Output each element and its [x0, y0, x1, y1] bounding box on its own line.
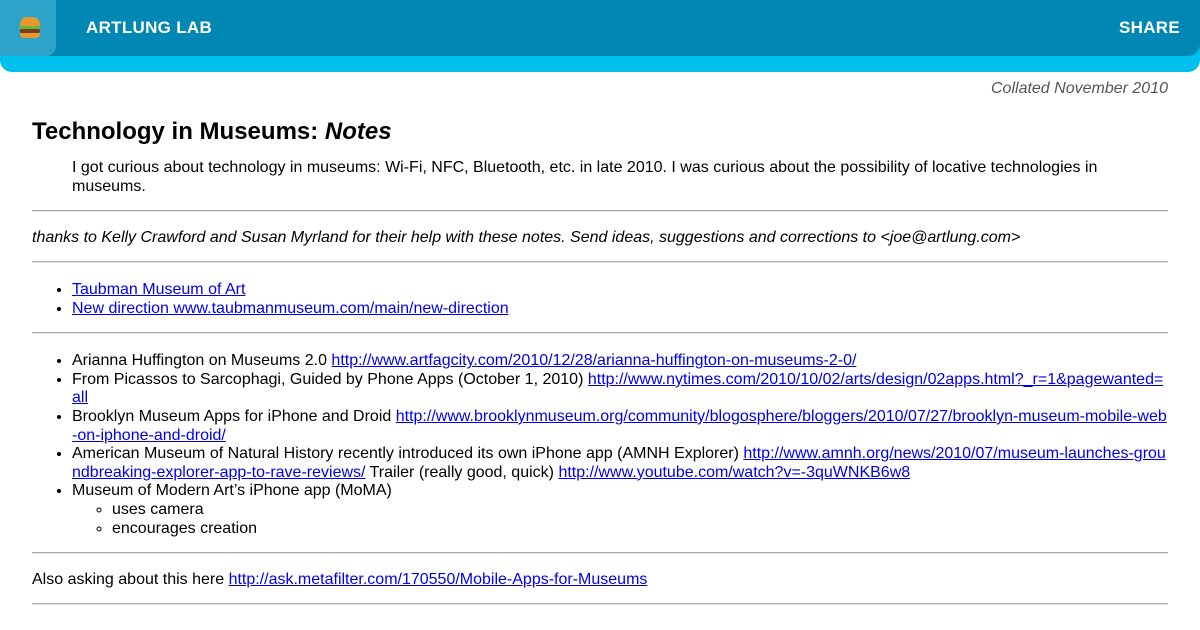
header-bar: ARTLUNG LAB SHARE — [0, 0, 1200, 72]
trailer-link[interactable]: http://www.youtube.com/watch?v=-3quWNKB6… — [558, 464, 910, 481]
metafilter-link[interactable]: http://ask.metafilter.com/170550/Mobile-… — [229, 571, 648, 588]
asking-note: Also asking about this here http://ask.m… — [32, 571, 648, 589]
divider — [32, 261, 1168, 263]
site-brand[interactable]: ARTLUNG LAB — [86, 18, 212, 38]
page-title-emphasis: Notes — [324, 118, 392, 145]
list-item: From Picassos to Sarcophagi, Guided by P… — [72, 371, 1168, 408]
list-item: Taubman Museum of Art — [72, 281, 1168, 300]
sub-list-item: encourages creation — [112, 520, 1168, 539]
list-item: New direction www.taubmanmuseum.com/main… — [72, 300, 1168, 319]
page-title: Technology in Museums: Notes — [32, 118, 392, 145]
hamburger-emoji-icon — [19, 16, 41, 38]
new-direction-link[interactable]: New direction www.taubmanmuseum.com/main… — [72, 300, 509, 317]
taubman-link[interactable]: Taubman Museum of Art — [72, 281, 245, 298]
collated-date: Collated November 2010 — [991, 80, 1168, 97]
list-item: Arianna Huffington on Museums 2.0 http:/… — [72, 352, 1168, 371]
divider — [32, 332, 1168, 335]
list-item: Museum of Modern Art’s iPhone app (MoMA)… — [72, 482, 1168, 538]
divider — [32, 603, 1168, 606]
article-link[interactable]: http://www.artfagcity.com/2010/12/28/ari… — [331, 352, 856, 369]
list-item: Brooklyn Museum Apps for iPhone and Droi… — [72, 408, 1168, 445]
sub-list-item: uses camera — [112, 501, 1168, 520]
moma-sublist: uses camera encourages creation — [72, 501, 1168, 538]
museum-app-links: Arianna Huffington on Museums 2.0 http:/… — [32, 352, 1168, 538]
intro-paragraph: I got curious about technology in museum… — [72, 159, 1098, 195]
thanks-note: thanks to Kelly Crawford and Susan Myrla… — [32, 229, 1021, 246]
list-item: American Museum of Natural History recen… — [72, 445, 1168, 482]
menu-button[interactable] — [0, 0, 56, 56]
divider — [32, 552, 1168, 555]
main-content: Technology in Museums: Notes I got curio… — [32, 112, 1168, 606]
taubman-links: Taubman Museum of Art New direction www.… — [32, 281, 1168, 318]
header-inner: ARTLUNG LAB SHARE — [0, 0, 1200, 56]
divider — [32, 210, 1168, 212]
share-link[interactable]: SHARE — [1119, 18, 1180, 38]
